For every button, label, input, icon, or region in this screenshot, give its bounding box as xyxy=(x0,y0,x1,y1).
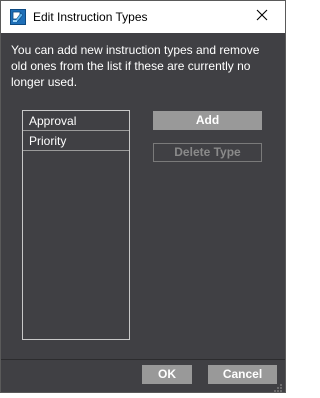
list-item[interactable]: Priority xyxy=(23,131,129,151)
window-title: Edit Instruction Types xyxy=(33,10,148,24)
close-button[interactable] xyxy=(239,1,285,32)
resize-grip-icon[interactable] xyxy=(273,380,283,392)
cancel-button[interactable]: Cancel xyxy=(208,365,277,384)
ok-button[interactable]: OK xyxy=(142,365,192,384)
title-bar: Edit Instruction Types xyxy=(1,1,285,33)
dialog-content: You can add new instruction types and re… xyxy=(1,33,285,392)
description-text: You can add new instruction types and re… xyxy=(11,43,260,89)
delete-type-button[interactable]: Delete Type xyxy=(153,143,262,162)
close-icon xyxy=(256,8,268,26)
list-item[interactable]: Approval xyxy=(23,111,129,131)
dialog-window: Edit Instruction Types You can add new i… xyxy=(0,0,286,393)
add-button[interactable]: Add xyxy=(153,111,262,130)
footer-divider xyxy=(1,359,285,360)
app-dialog-icon xyxy=(10,9,26,25)
instruction-type-list[interactable]: Approval Priority xyxy=(22,110,130,340)
